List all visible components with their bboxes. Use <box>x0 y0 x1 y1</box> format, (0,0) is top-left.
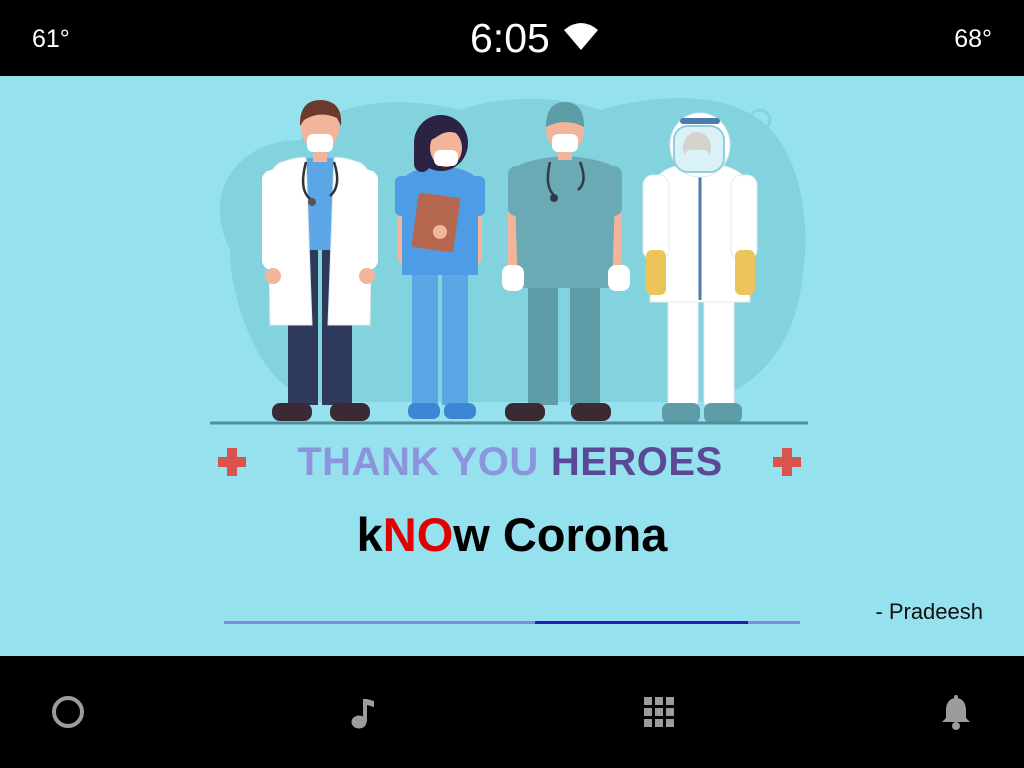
app-launcher-button[interactable] <box>619 672 699 752</box>
caption-thank-you: THANK YOU <box>297 440 539 484</box>
hazmat-glove-right <box>735 250 755 295</box>
app-grid-icon <box>644 697 674 727</box>
nurse-shoe-left <box>408 403 440 419</box>
doctor-sleeve-right <box>356 170 378 270</box>
surgeon-shoe-left <box>505 403 545 421</box>
hazmat-leg-left <box>667 294 699 408</box>
surgeon-shoe-right <box>571 403 611 421</box>
nurse-mask <box>434 150 458 166</box>
nurse-pants-right <box>442 272 468 405</box>
red-cross-icon-left <box>218 448 246 476</box>
hazmat-sleeve-left <box>642 174 670 261</box>
surgeon-glove-left <box>502 265 524 291</box>
doctor-shoe-right <box>330 403 370 421</box>
doctor-stethoscope-chest <box>308 198 316 206</box>
notifications-button[interactable] <box>916 672 996 752</box>
doctor-sleeve-left <box>262 170 284 270</box>
surgeon-pants-right <box>570 282 600 405</box>
slide-progress-track <box>224 621 800 624</box>
right-temperature[interactable]: 68° <box>954 24 992 54</box>
hazmat-shield-band <box>680 118 720 124</box>
nurse-hand <box>433 225 447 239</box>
wifi-icon <box>564 23 598 50</box>
nurse-sleeve-left <box>395 176 415 216</box>
nurse-sleeve-right <box>465 176 485 216</box>
doctor-hand-left <box>265 268 281 284</box>
status-bar: 61° 6:05 68° <box>0 0 1024 76</box>
slide-progress-indicator <box>535 621 749 624</box>
hazmat-sleeve-right <box>730 174 758 261</box>
doctor-mask <box>307 134 333 152</box>
hazmat-boot-left <box>662 403 700 423</box>
home-button[interactable] <box>28 672 108 752</box>
nurse-clipboard <box>411 192 461 253</box>
surgeon-glove-right <box>608 265 630 291</box>
surgeon-pants-left <box>528 282 558 405</box>
music-note-icon <box>351 699 374 729</box>
title-part-1: k <box>356 508 383 561</box>
surgeon-mask <box>552 134 578 152</box>
hazmat-glove-left <box>646 250 666 295</box>
red-cross-icon-right <box>773 448 801 476</box>
doctor-shoe-left <box>272 403 312 421</box>
nurse-pants-left <box>412 272 438 405</box>
thank-you-caption: THANK YOU HEROES <box>260 438 760 486</box>
poster-screen: THANK YOU HEROES kNOw Corona - Pradeesh <box>0 76 1024 656</box>
home-circle-icon <box>52 696 84 728</box>
surgeon-stethoscope-chest <box>550 194 558 202</box>
poster-title: kNOw Corona <box>262 507 762 563</box>
hazmat-boot-right <box>704 403 742 423</box>
notification-bell-icon <box>942 695 970 730</box>
doctor-hand-right <box>359 268 375 284</box>
title-highlight: NO <box>382 508 454 561</box>
title-part-3: w Corona <box>453 508 668 561</box>
author-credit: - Pradeesh <box>875 599 983 624</box>
media-button[interactable] <box>323 672 403 752</box>
hazmat-face-shield <box>673 125 725 173</box>
left-temperature[interactable]: 61° <box>32 24 70 54</box>
hazmat-leg-right <box>703 294 735 408</box>
clock: 6:05 <box>470 15 550 61</box>
caption-heroes: HEROES <box>550 440 723 484</box>
healthcare-heroes-illustration <box>210 98 808 476</box>
bottom-navigation-bar <box>0 656 1024 768</box>
surgeon-sleeve-left <box>508 166 530 216</box>
nurse-hair-side <box>414 140 430 172</box>
surgeon-sleeve-right <box>600 166 622 216</box>
nurse-shoe-right <box>444 403 476 419</box>
